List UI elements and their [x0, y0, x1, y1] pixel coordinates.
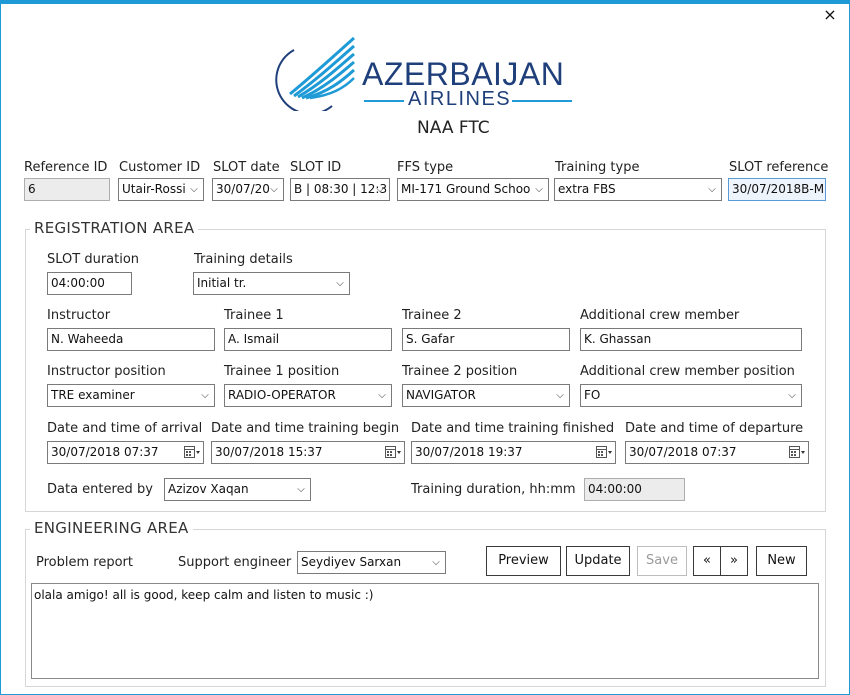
reference-id-label: Reference ID — [24, 160, 108, 175]
next-record-button[interactable]: » — [720, 546, 748, 576]
chevron-down-icon: ⌵ — [270, 184, 278, 195]
trainee1-position-label: Trainee 1 position — [224, 364, 340, 379]
chevron-down-icon: ⌵ — [708, 184, 716, 195]
entered-by-label: Data entered by — [47, 482, 153, 497]
additional-crew-position-select[interactable]: FO ⌵ — [580, 384, 802, 407]
training-finished-datetime-picker[interactable]: 30/07/2018 19:37 — [411, 441, 616, 464]
slot-date-label: SLOT date — [213, 160, 280, 175]
slot-date-value: 30/07/20 — [216, 182, 270, 196]
training-type-value: extra FBS — [558, 182, 616, 196]
trainee2-label: Trainee 2 — [402, 308, 462, 323]
arrival-value: 30/07/2018 07:37 — [51, 445, 159, 459]
instructor-position-select[interactable]: TRE examiner ⌵ — [47, 384, 215, 407]
training-type-select[interactable]: extra FBS ⌵ — [554, 178, 722, 201]
new-button[interactable]: New — [756, 546, 807, 576]
registration-area-title: REGISTRATION AREA — [30, 219, 199, 237]
chevron-down-icon: ⌵ — [201, 390, 209, 401]
chevron-down-icon: ⌵ — [190, 184, 198, 195]
training-details-select[interactable]: Initial tr. ⌵ — [193, 272, 350, 295]
slot-duration-field[interactable]: 04:00:00 — [47, 272, 132, 295]
departure-value: 30/07/2018 07:37 — [629, 445, 737, 459]
chevron-down-icon: ⌵ — [556, 390, 564, 401]
brand-rule-left — [364, 100, 404, 102]
problem-report-textarea[interactable]: olala amigo! all is good, keep calm and … — [31, 583, 819, 679]
instructor-label: Instructor — [47, 308, 111, 323]
trainee2-position-select[interactable]: NAVIGATOR ⌵ — [402, 384, 570, 407]
ffs-type-label: FFS type — [397, 160, 454, 175]
calendar-dropdown-icon — [596, 446, 612, 458]
instructor-position-label: Instructor position — [47, 364, 166, 379]
brand-rule-right — [512, 100, 572, 102]
previous-record-button[interactable]: « — [693, 546, 721, 576]
save-button[interactable]: Save — [637, 546, 687, 576]
update-button[interactable]: Update — [566, 546, 630, 576]
trainee1-field[interactable]: A. Ismail — [224, 328, 392, 351]
slot-id-label: SLOT ID — [290, 160, 342, 175]
support-engineer-value: Seydiyev Sarxan — [301, 555, 402, 569]
trainee1-label: Trainee 1 — [224, 308, 284, 323]
close-icon[interactable]: × — [821, 6, 839, 24]
chevron-down-icon: ⌵ — [788, 390, 796, 401]
calendar-dropdown-icon — [789, 446, 805, 458]
arrival-label: Date and time of arrival — [47, 421, 203, 436]
engineering-area-title: ENGINEERING AREA — [30, 519, 193, 537]
support-engineer-label: Support engineer — [178, 555, 292, 570]
customer-id-select[interactable]: Utair-Rossi ⌵ — [118, 178, 204, 201]
support-engineer-select[interactable]: Seydiyev Sarxan ⌵ — [297, 551, 446, 574]
instructor-position-value: TRE examiner — [51, 388, 135, 402]
training-duration-label: Training duration, hh:mm — [411, 482, 576, 497]
ffs-type-value: MI-171 Ground Schoo — [401, 182, 531, 196]
training-finished-value: 30/07/2018 19:37 — [415, 445, 523, 459]
additional-crew-field[interactable]: K. Ghassan — [580, 328, 802, 351]
calendar-dropdown-icon — [184, 446, 200, 458]
training-finished-label: Date and time training finished — [411, 421, 615, 436]
entered-by-value: Azizov Xaqan — [168, 482, 249, 496]
arrival-datetime-picker[interactable]: 30/07/2018 07:37 — [47, 441, 204, 464]
trainee2-position-label: Trainee 2 position — [402, 364, 518, 379]
chevron-down-icon: ⌵ — [432, 557, 440, 568]
training-duration-field[interactable]: 04:00:00 — [584, 478, 685, 501]
wing-emblem-icon — [275, 36, 356, 111]
trainee1-position-value: RADIO-OPERATOR — [228, 388, 336, 402]
center-subtitle: NAA FTC — [417, 118, 490, 138]
trainee1-position-select[interactable]: RADIO-OPERATOR ⌵ — [224, 384, 392, 407]
training-begin-datetime-picker[interactable]: 30/07/2018 15:37 — [211, 441, 405, 464]
instructor-field[interactable]: N. Waheeda — [47, 328, 215, 351]
training-type-label: Training type — [555, 160, 640, 175]
departure-label: Date and time of departure — [625, 421, 804, 436]
slot-reference-label: SLOT reference — [729, 160, 829, 175]
additional-crew-label: Additional crew member — [580, 308, 740, 323]
additional-crew-position-label: Additional crew member position — [580, 364, 795, 379]
slot-reference-field[interactable]: 30/07/2018B-M — [728, 178, 826, 201]
additional-crew-position-value: FO — [584, 388, 601, 402]
training-details-value: Initial tr. — [197, 276, 247, 290]
chevron-down-icon: ⌵ — [378, 390, 386, 401]
customer-id-value: Utair-Rossi — [122, 182, 186, 196]
calendar-dropdown-icon — [385, 446, 401, 458]
chevron-down-icon: ⌵ — [376, 184, 384, 195]
airline-logo: AZERBAIJAN AIRLINES — [272, 36, 577, 116]
trainee2-position-value: NAVIGATOR — [406, 388, 476, 402]
departure-datetime-picker[interactable]: 30/07/2018 07:37 — [625, 441, 809, 464]
training-details-label: Training details — [194, 252, 293, 267]
slot-id-select[interactable]: B | 08:30 | 12:3 ⌵ — [290, 178, 390, 201]
training-begin-value: 30/07/2018 15:37 — [215, 445, 323, 459]
trainee2-field[interactable]: S. Gafar — [402, 328, 570, 351]
preview-button[interactable]: Preview — [486, 546, 561, 576]
reference-id-field[interactable]: 6 — [24, 178, 110, 201]
slot-date-select[interactable]: 30/07/20 ⌵ — [212, 178, 284, 201]
problem-report-label: Problem report — [36, 555, 133, 570]
brand-name-line2: AIRLINES — [408, 88, 512, 110]
slot-duration-label: SLOT duration — [47, 252, 140, 267]
training-begin-label: Date and time training begin — [211, 421, 400, 436]
chevron-down-icon: ⌵ — [336, 278, 344, 289]
customer-id-label: Customer ID — [119, 160, 201, 175]
chevron-down-icon: ⌵ — [535, 184, 543, 195]
entered-by-select[interactable]: Azizov Xaqan ⌵ — [164, 478, 311, 501]
chevron-down-icon: ⌵ — [297, 484, 305, 495]
ffs-type-select[interactable]: MI-171 Ground Schoo ⌵ — [397, 178, 549, 201]
